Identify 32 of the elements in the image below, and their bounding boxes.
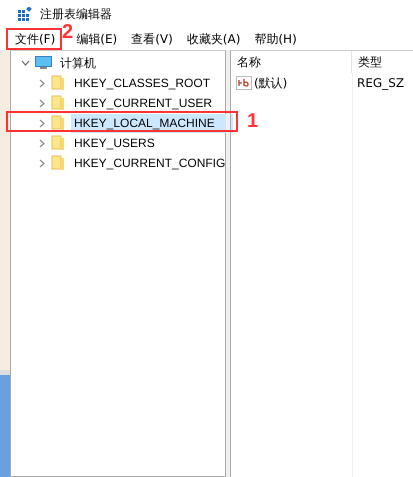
value-name[interactable]: (默认) — [254, 74, 288, 92]
folder-icon — [51, 95, 65, 111]
tree-item[interactable]: HKEY_CURRENT_CONFIG — [71, 154, 228, 172]
app-icon — [18, 7, 32, 21]
chevron-down-icon[interactable] — [21, 60, 30, 66]
tree-item[interactable]: HKEY_CLASSES_ROOT — [71, 74, 214, 92]
highlight-box — [6, 28, 62, 50]
chevron-right-icon[interactable] — [39, 118, 45, 128]
chevron-right-icon[interactable] — [39, 158, 45, 168]
annotation-number: 1 — [247, 111, 258, 131]
window-title: 注册表编辑器 — [40, 6, 112, 22]
value-type: REG_SZ — [356, 76, 404, 90]
tree-item[interactable]: HKEY_USERS — [71, 134, 158, 152]
menu-item[interactable]: 查看(V) — [124, 30, 180, 48]
menu-item[interactable]: 帮助(H) — [247, 30, 304, 48]
tree-root[interactable]: 计算机 — [57, 54, 99, 72]
monitor-icon — [35, 56, 52, 70]
string-value-icon — [236, 76, 252, 90]
folder-icon — [51, 115, 65, 131]
folder-icon — [51, 75, 65, 91]
folder-icon — [51, 155, 65, 171]
tree-item[interactable]: HKEY_CURRENT_USER — [71, 94, 216, 112]
folder-icon — [51, 135, 65, 151]
chevron-right-icon[interactable] — [39, 138, 45, 148]
menu-item[interactable]: 文件(F) — [8, 30, 62, 48]
chevron-right-icon[interactable] — [39, 98, 45, 108]
column-header[interactable]: 名称 — [231, 51, 352, 73]
menu-item[interactable]: 收藏夹(A) — [180, 30, 248, 48]
menu-item[interactable]: 编辑(E) — [74, 30, 124, 48]
chevron-right-icon[interactable] — [39, 78, 45, 88]
annotation-number: 2 — [62, 22, 74, 42]
column-header[interactable]: 类型 — [352, 54, 382, 70]
